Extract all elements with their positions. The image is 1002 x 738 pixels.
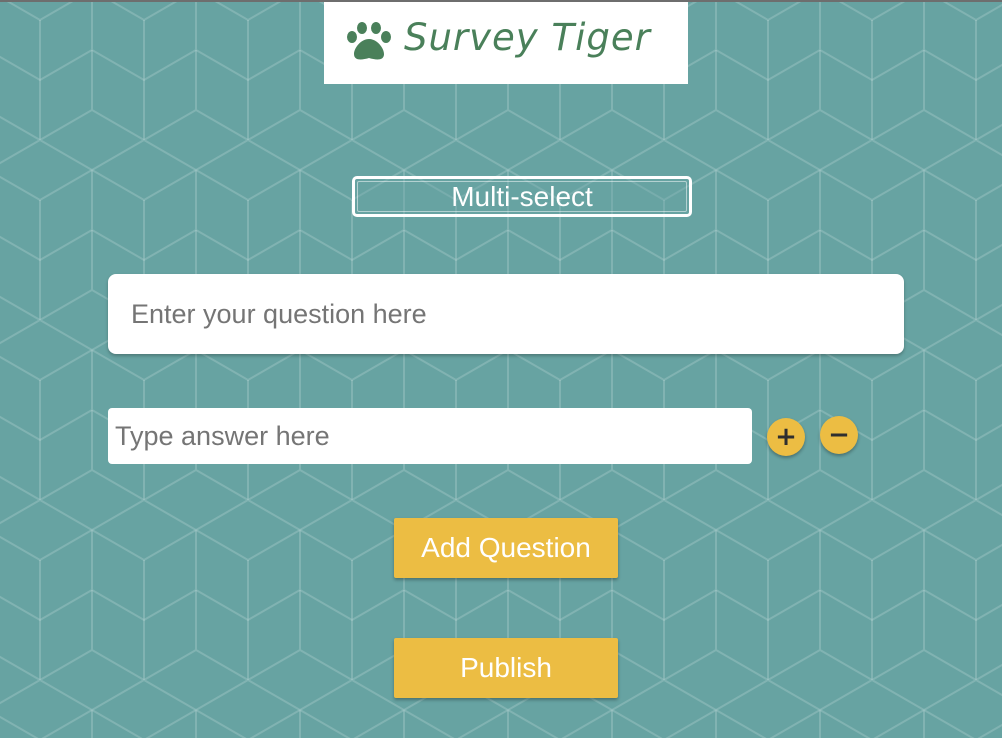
add-answer-button[interactable]: + [767,418,805,456]
question-input[interactable] [108,274,904,354]
plus-icon: + [775,422,797,452]
logo-text: Survey Tiger [404,16,651,59]
answer-input[interactable] [108,408,752,464]
background-pattern [0,0,1002,738]
question-type-select[interactable]: Multi-select [352,176,692,217]
add-question-label: Add Question [421,532,591,563]
window-top-border [0,0,1002,2]
publish-button[interactable]: Publish [394,638,618,698]
minus-icon: − [828,420,850,450]
question-type-value: Multi-select [451,180,593,212]
publish-label: Publish [460,652,552,683]
paw-icon [347,22,391,60]
remove-answer-button[interactable]: − [820,416,858,454]
add-question-button[interactable]: Add Question [394,518,618,578]
logo[interactable]: Survey Tiger [324,2,688,84]
